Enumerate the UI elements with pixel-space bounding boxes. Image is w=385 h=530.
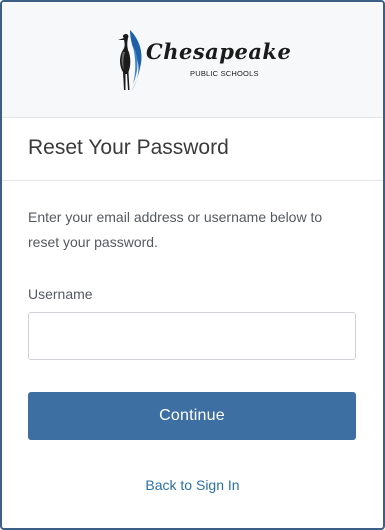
- username-input[interactable]: [28, 312, 356, 360]
- login-card: Chesapeake PUBLIC SCHOOLS Reset Your Pas…: [0, 0, 385, 530]
- logo-wordmark: Chesapeake: [146, 39, 292, 64]
- continue-button[interactable]: Continue: [28, 392, 356, 440]
- heron-icon: [118, 30, 142, 92]
- back-to-sign-in-link[interactable]: Back to Sign In: [2, 477, 383, 493]
- username-label: Username: [28, 286, 93, 302]
- title-row: Reset Your Password: [2, 118, 383, 181]
- logo-subtext: PUBLIC SCHOOLS: [190, 69, 259, 78]
- header: Chesapeake PUBLIC SCHOOLS: [2, 2, 383, 118]
- instructions-text: Enter your email address or username bel…: [28, 209, 323, 250]
- school-logo: Chesapeake PUBLIC SCHOOLS: [114, 28, 291, 94]
- page-title: Reset Your Password: [28, 136, 229, 159]
